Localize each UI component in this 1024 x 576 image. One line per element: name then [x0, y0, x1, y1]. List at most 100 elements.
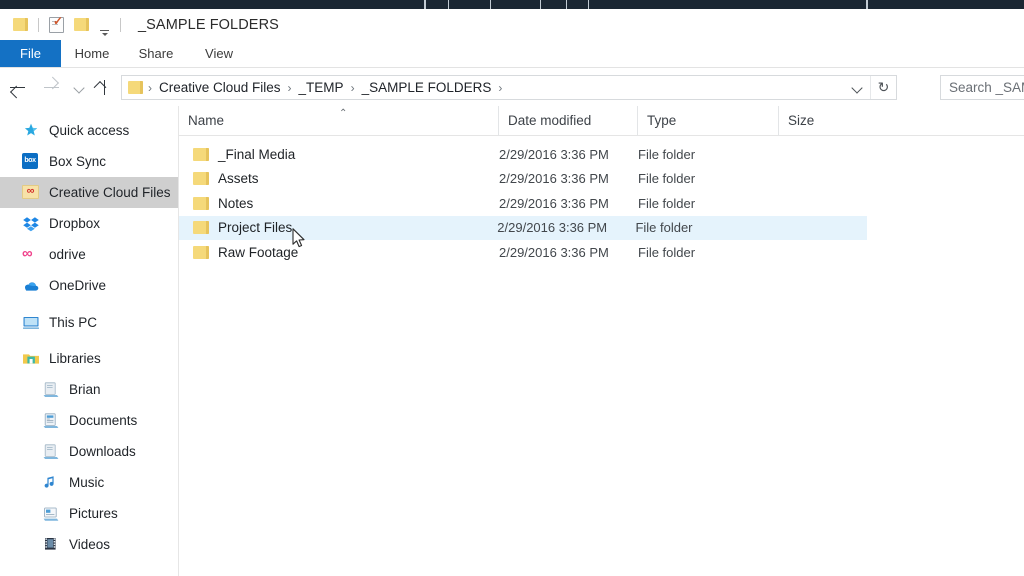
file-name: Notes: [218, 195, 254, 211]
monitor-icon: [22, 314, 40, 332]
column-header-type[interactable]: Type: [637, 105, 778, 136]
new-folder-icon[interactable]: [74, 18, 89, 31]
breadcrumb-item-1[interactable]: _TEMP: [295, 80, 348, 95]
table-row[interactable]: Project Files 2/29/2016 3:36 PM File fol…: [179, 215, 867, 240]
column-header-name[interactable]: Name ⌃: [179, 106, 498, 136]
column-header-size[interactable]: Size: [778, 105, 870, 136]
file-name: Project Files: [218, 220, 293, 236]
sidebar-item-documents[interactable]: Documents: [0, 405, 178, 436]
folder-icon: [193, 172, 209, 186]
tab-file[interactable]: File: [0, 40, 61, 67]
library-icon: [42, 381, 60, 399]
back-button[interactable]: [0, 69, 34, 106]
box-sync-icon: box: [22, 152, 40, 171]
file-name: Assets: [218, 171, 259, 187]
quick-access-toolbar: [0, 9, 126, 40]
file-type: File folder: [638, 146, 696, 162]
breadcrumb-item-0[interactable]: Creative Cloud Files: [155, 80, 285, 95]
address-path-bar[interactable]: › Creative Cloud Files › _TEMP › _SAMPLE…: [121, 75, 897, 100]
properties-icon[interactable]: [49, 15, 64, 33]
sidebar-item-label: Videos: [69, 537, 111, 552]
creative-cloud-folder-icon: ∞: [22, 184, 40, 202]
sidebar-item-this-pc[interactable]: This PC: [0, 307, 178, 338]
column-header-size-label: Size: [788, 113, 815, 128]
sidebar-item-videos[interactable]: Videos: [0, 529, 178, 560]
breadcrumb-separator-0[interactable]: ›: [145, 81, 155, 95]
table-row[interactable]: Raw Footage 2/29/2016 3:36 PM File folde…: [179, 240, 1024, 265]
navigation-pane: Quick access box Box Sync ∞ Creative Clo…: [0, 106, 178, 576]
downloads-library-icon: [42, 443, 60, 461]
table-row[interactable]: Assets 2/29/2016 3:36 PM File folder: [179, 167, 1024, 192]
sidebar-item-label: Libraries: [49, 351, 101, 366]
folder-icon: [193, 196, 209, 210]
folder-icon: [193, 147, 209, 161]
sidebar-item-label: Dropbox: [49, 216, 101, 231]
table-row[interactable]: Notes 2/29/2016 3:36 PM File folder: [179, 191, 1024, 216]
folder-icon[interactable]: [13, 18, 28, 31]
breadcrumb-folder-icon[interactable]: [128, 81, 143, 94]
title-bar: _SAMPLE FOLDERS: [0, 9, 1024, 40]
sidebar-item-label: Documents: [69, 413, 138, 428]
sidebar-item-brian[interactable]: Brian: [0, 374, 178, 405]
file-date-modified: 2/29/2016 3:36 PM: [499, 171, 609, 187]
search-input[interactable]: Search _SAM: [940, 75, 1024, 100]
music-note-icon: [42, 474, 60, 492]
file-date-modified: 2/29/2016 3:36 PM: [497, 220, 608, 236]
tab-share[interactable]: Share: [123, 40, 189, 67]
onedrive-cloud-icon: [22, 277, 40, 295]
breadcrumb-separator-2[interactable]: ›: [348, 81, 358, 95]
sidebar-item-label: Box Sync: [49, 154, 107, 169]
sidebar-item-quick-access[interactable]: Quick access: [0, 115, 178, 146]
file-explorer-window: _SAMPLE FOLDERS File Home Share View › C…: [0, 0, 1024, 576]
file-type: File folder: [638, 195, 696, 211]
file-list-pane: Name ⌃ Date modified Type Size _Final Me…: [179, 105, 1024, 576]
column-header-type-label: Type: [647, 113, 677, 128]
sidebar-item-label: Music: [69, 475, 105, 490]
search-placeholder: Search _SAM: [949, 80, 1024, 95]
window-title: _SAMPLE FOLDERS: [138, 16, 279, 33]
file-type: File folder: [638, 171, 696, 187]
column-header-name-label: Name: [188, 113, 225, 128]
sidebar-item-libraries[interactable]: Libraries: [0, 343, 178, 374]
breadcrumb-separator-1[interactable]: ›: [285, 81, 295, 95]
sidebar-item-odrive[interactable]: ∞ odrive: [0, 239, 178, 270]
recent-locations-button[interactable]: [68, 69, 90, 106]
file-type: File folder: [638, 244, 696, 260]
breadcrumb-item-2[interactable]: _SAMPLE FOLDERS: [358, 80, 496, 95]
odrive-icon: ∞: [22, 244, 33, 262]
toolbar-divider-2: [120, 17, 121, 32]
sidebar-item-box-sync[interactable]: box Box Sync: [0, 146, 178, 177]
file-date-modified: 2/29/2016 3:36 PM: [499, 244, 609, 260]
forward-button[interactable]: [34, 69, 68, 106]
column-header-row: Name ⌃ Date modified Type Size: [179, 105, 1024, 136]
refresh-icon[interactable]: ↻: [870, 76, 896, 99]
sidebar-item-onedrive[interactable]: OneDrive: [0, 270, 178, 301]
libraries-folder-icon: [22, 350, 40, 368]
pictures-library-icon: [42, 505, 60, 523]
sidebar-item-music[interactable]: Music: [0, 467, 178, 498]
sidebar-item-label: Creative Cloud Files: [49, 185, 171, 200]
sidebar-item-dropbox[interactable]: Dropbox: [0, 208, 178, 239]
dropbox-icon: [22, 215, 40, 233]
up-button[interactable]: [90, 69, 118, 106]
sidebar-item-label: This PC: [49, 315, 98, 330]
sidebar-item-label: OneDrive: [49, 278, 107, 293]
sidebar-item-creative-cloud-files[interactable]: ∞ Creative Cloud Files: [0, 177, 178, 208]
file-date-modified: 2/29/2016 3:36 PM: [499, 195, 609, 211]
tab-home[interactable]: Home: [61, 40, 123, 67]
videos-library-icon: [42, 536, 60, 554]
column-header-date-modified[interactable]: Date modified: [498, 105, 637, 136]
table-row[interactable]: _Final Media 2/29/2016 3:36 PM File fold…: [179, 142, 1024, 167]
sidebar-item-pictures[interactable]: Pictures: [0, 498, 178, 529]
star-icon: [22, 122, 40, 140]
ribbon-tab-bar: File Home Share View: [0, 40, 1024, 68]
file-type: File folder: [635, 220, 693, 236]
breadcrumb: › Creative Cloud Files › _TEMP › _SAMPLE…: [122, 80, 844, 95]
address-dropdown-icon[interactable]: [844, 76, 870, 99]
background-window-strip: [0, 0, 1024, 9]
breadcrumb-separator-3[interactable]: ›: [495, 81, 505, 95]
file-name: Raw Footage: [218, 244, 299, 260]
sort-ascending-icon: ⌃: [339, 107, 348, 119]
sidebar-item-downloads[interactable]: Downloads: [0, 436, 178, 467]
tab-view[interactable]: View: [189, 40, 249, 67]
